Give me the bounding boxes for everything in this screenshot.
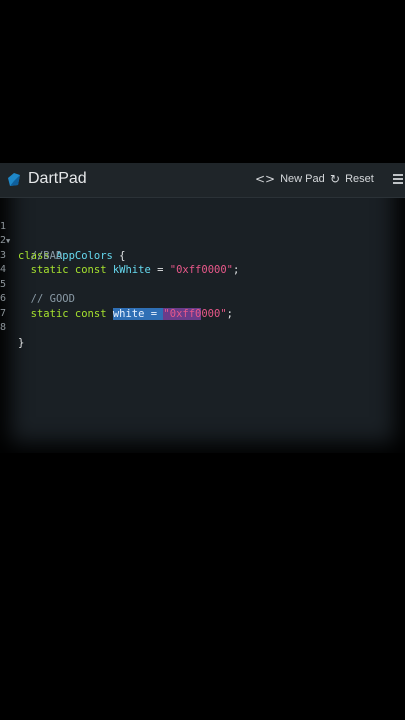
line-number: 8 bbox=[0, 322, 7, 333]
reset-button[interactable]: ↻ Reset bbox=[330, 172, 374, 186]
header-bar: DartPad <> New Pad ↻ Reset bbox=[0, 163, 405, 198]
app-title: DartPad bbox=[28, 170, 87, 187]
code-icon: <> bbox=[255, 172, 276, 186]
code-line: 6 static const white = "0xff0000"; bbox=[0, 278, 405, 320]
code-line: 4 bbox=[0, 249, 405, 275]
dartpad-window: DartPad <> New Pad ↻ Reset 1 ▼ class App… bbox=[0, 163, 405, 453]
code-line: 5 // GOOD bbox=[0, 263, 405, 306]
new-pad-button[interactable]: <> New Pad bbox=[255, 172, 325, 186]
code-line: 7 bbox=[0, 292, 405, 319]
menu-icon[interactable] bbox=[393, 174, 403, 184]
reset-label: Reset bbox=[345, 173, 374, 185]
code-line: 2 //BAD bbox=[0, 220, 405, 262]
new-pad-label: New Pad bbox=[280, 173, 325, 185]
refresh-icon: ↻ bbox=[330, 172, 341, 186]
code-line: 3 static const kWhite = "0xff0000"; bbox=[0, 234, 405, 277]
close-brace: } bbox=[18, 336, 25, 349]
code-line: 1 ▼ class AppColors { bbox=[0, 205, 405, 262]
dart-logo-icon bbox=[8, 173, 20, 186]
code-editor[interactable]: 1 ▼ class AppColors { 2 //BAD 3 static c… bbox=[0, 205, 405, 349]
code-line: 8 } bbox=[0, 307, 405, 349]
